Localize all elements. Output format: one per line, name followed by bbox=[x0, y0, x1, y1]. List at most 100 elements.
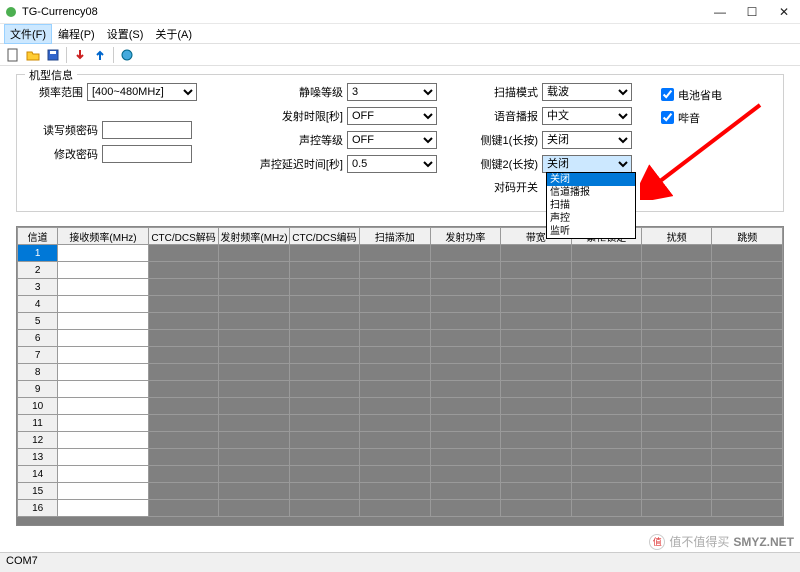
row-header[interactable]: 16 bbox=[18, 500, 58, 517]
grid-cell[interactable] bbox=[712, 483, 783, 500]
grid-cell[interactable] bbox=[219, 500, 289, 517]
grid-cell[interactable] bbox=[571, 500, 641, 517]
grid-cell[interactable] bbox=[430, 296, 500, 313]
grid-cell[interactable] bbox=[712, 313, 783, 330]
grid-cell[interactable] bbox=[501, 313, 571, 330]
row-header[interactable]: 12 bbox=[18, 432, 58, 449]
grid-cell[interactable] bbox=[642, 449, 712, 466]
grid-cell[interactable] bbox=[289, 347, 359, 364]
grid-cell[interactable] bbox=[148, 245, 218, 262]
vox-select[interactable]: OFF bbox=[347, 131, 437, 149]
grid-cell[interactable] bbox=[571, 279, 641, 296]
grid-cell[interactable] bbox=[571, 449, 641, 466]
row-header[interactable]: 3 bbox=[18, 279, 58, 296]
grid-cell[interactable] bbox=[58, 279, 149, 296]
grid-cell[interactable] bbox=[501, 500, 571, 517]
grid-cell[interactable] bbox=[642, 279, 712, 296]
grid-cell[interactable] bbox=[219, 466, 289, 483]
dropdown-option[interactable]: 扫描 bbox=[547, 199, 635, 212]
grid-cell[interactable] bbox=[571, 432, 641, 449]
grid-cell[interactable] bbox=[712, 245, 783, 262]
row-header[interactable]: 9 bbox=[18, 381, 58, 398]
menu-program[interactable]: 编程(P) bbox=[52, 24, 101, 44]
grid-cell[interactable] bbox=[58, 381, 149, 398]
maximize-button[interactable]: ☐ bbox=[736, 1, 768, 23]
row-header[interactable]: 15 bbox=[18, 483, 58, 500]
grid-cell[interactable] bbox=[219, 449, 289, 466]
column-header[interactable]: 扰频 bbox=[642, 228, 712, 245]
row-header[interactable]: 13 bbox=[18, 449, 58, 466]
grid-cell[interactable] bbox=[219, 415, 289, 432]
grid-cell[interactable] bbox=[289, 296, 359, 313]
row-header[interactable]: 5 bbox=[18, 313, 58, 330]
grid-cell[interactable] bbox=[148, 279, 218, 296]
grid-cell[interactable] bbox=[360, 483, 430, 500]
close-button[interactable]: ✕ bbox=[768, 1, 800, 23]
grid-cell[interactable] bbox=[571, 381, 641, 398]
grid-cell[interactable] bbox=[360, 313, 430, 330]
grid-cell[interactable] bbox=[642, 330, 712, 347]
row-header[interactable]: 8 bbox=[18, 364, 58, 381]
grid-cell[interactable] bbox=[501, 466, 571, 483]
grid-cell[interactable] bbox=[571, 313, 641, 330]
save-icon[interactable] bbox=[44, 46, 62, 64]
row-header[interactable]: 11 bbox=[18, 415, 58, 432]
grid-cell[interactable] bbox=[58, 296, 149, 313]
grid-cell[interactable] bbox=[58, 347, 149, 364]
grid-cell[interactable] bbox=[58, 262, 149, 279]
grid-cell[interactable] bbox=[430, 449, 500, 466]
grid-cell[interactable] bbox=[430, 381, 500, 398]
grid-cell[interactable] bbox=[501, 245, 571, 262]
grid-cell[interactable] bbox=[58, 415, 149, 432]
grid-cell[interactable] bbox=[148, 296, 218, 313]
grid-cell[interactable] bbox=[360, 330, 430, 347]
grid-cell[interactable] bbox=[58, 483, 149, 500]
grid-cell[interactable] bbox=[430, 364, 500, 381]
row-header[interactable]: 7 bbox=[18, 347, 58, 364]
grid-cell[interactable] bbox=[360, 347, 430, 364]
grid-cell[interactable] bbox=[501, 381, 571, 398]
grid-cell[interactable] bbox=[501, 483, 571, 500]
grid-cell[interactable] bbox=[148, 364, 218, 381]
grid-cell[interactable] bbox=[148, 466, 218, 483]
grid-cell[interactable] bbox=[712, 500, 783, 517]
grid-cell[interactable] bbox=[430, 313, 500, 330]
grid-cell[interactable] bbox=[430, 398, 500, 415]
grid-cell[interactable] bbox=[712, 347, 783, 364]
grid-cell[interactable] bbox=[289, 279, 359, 296]
write-icon[interactable] bbox=[91, 46, 109, 64]
grid-cell[interactable] bbox=[642, 415, 712, 432]
grid-cell[interactable] bbox=[219, 483, 289, 500]
grid-cell[interactable] bbox=[289, 364, 359, 381]
grid-cell[interactable] bbox=[219, 398, 289, 415]
grid-cell[interactable] bbox=[360, 398, 430, 415]
menu-file[interactable]: 文件(F) bbox=[4, 24, 52, 44]
grid-cell[interactable] bbox=[289, 398, 359, 415]
dropdown-option[interactable]: 声控 bbox=[547, 212, 635, 225]
column-header[interactable]: 发射功率 bbox=[430, 228, 500, 245]
grid-cell[interactable] bbox=[148, 483, 218, 500]
grid-cell[interactable] bbox=[148, 381, 218, 398]
grid-cell[interactable] bbox=[642, 483, 712, 500]
grid-cell[interactable] bbox=[148, 347, 218, 364]
grid-cell[interactable] bbox=[219, 296, 289, 313]
grid-cell[interactable] bbox=[289, 449, 359, 466]
grid-cell[interactable] bbox=[58, 432, 149, 449]
grid-cell[interactable] bbox=[501, 296, 571, 313]
grid-cell[interactable] bbox=[501, 279, 571, 296]
open-icon[interactable] bbox=[24, 46, 42, 64]
grid-cell[interactable] bbox=[58, 500, 149, 517]
menu-settings[interactable]: 设置(S) bbox=[101, 24, 150, 44]
grid-cell[interactable] bbox=[712, 432, 783, 449]
grid-cell[interactable] bbox=[712, 449, 783, 466]
grid-cell[interactable] bbox=[148, 398, 218, 415]
grid-cell[interactable] bbox=[642, 313, 712, 330]
grid-cell[interactable] bbox=[430, 279, 500, 296]
row-header[interactable]: 1 bbox=[18, 245, 58, 262]
grid-cell[interactable] bbox=[289, 432, 359, 449]
grid-cell[interactable] bbox=[501, 449, 571, 466]
grid-cell[interactable] bbox=[58, 398, 149, 415]
dropdown-option[interactable]: 关闭 bbox=[547, 173, 635, 186]
grid-cell[interactable] bbox=[360, 432, 430, 449]
grid-cell[interactable] bbox=[571, 364, 641, 381]
